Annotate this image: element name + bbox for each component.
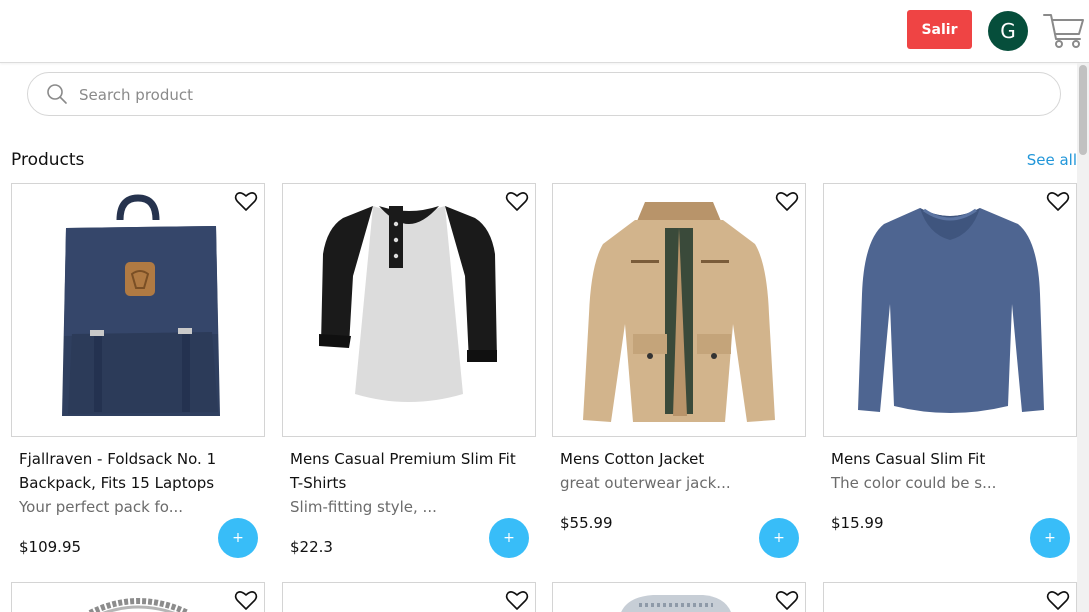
search-icon [47, 84, 67, 104]
product-price: $55.99 [560, 514, 613, 532]
product-description: Slim-fitting style, ... [290, 498, 437, 516]
logout-button[interactable]: Salir [907, 10, 972, 49]
product-image-tshirt[interactable] [282, 183, 536, 437]
bracelet-image [88, 598, 190, 612]
product-image[interactable] [282, 582, 536, 612]
product-description: Your perfect pack fo... [19, 498, 184, 516]
product-title: Mens Casual Premium Slim Fit T-Shirts [290, 450, 516, 492]
product-description: The color could be s... [831, 474, 997, 492]
favorite-heart-icon[interactable] [234, 589, 258, 611]
product-title: Mens Cotton Jacket [560, 450, 705, 468]
product-image[interactable] [823, 582, 1077, 612]
product-title: Mens Casual Slim Fit [831, 450, 986, 468]
product-price: $15.99 [831, 514, 884, 532]
long-sleeve-shirt-image [858, 208, 1044, 413]
see-all-link[interactable]: See all [1027, 151, 1077, 169]
section-title: Products [11, 150, 85, 170]
product-price: $109.95 [19, 538, 82, 556]
favorite-heart-icon[interactable] [505, 589, 529, 611]
add-to-cart-button[interactable]: + [1030, 518, 1070, 558]
favorite-heart-icon[interactable] [505, 190, 529, 212]
product-image-longsleeve[interactable] [823, 183, 1077, 437]
product-price: $22.3 [290, 538, 333, 556]
product-title: Fjallraven - Foldsack No. 1 Backpack, Fi… [19, 450, 217, 492]
backpack-image [62, 194, 220, 416]
search-bar [27, 72, 1061, 116]
favorite-heart-icon[interactable] [775, 190, 799, 212]
favorite-heart-icon[interactable] [1046, 589, 1070, 611]
shopping-cart-icon[interactable] [1042, 10, 1086, 50]
product-image-backpack[interactable] [11, 183, 265, 437]
search-input[interactable] [77, 81, 1041, 109]
user-avatar[interactable]: G [988, 11, 1028, 51]
scrollbar-thumb[interactable] [1079, 65, 1087, 155]
add-to-cart-button[interactable]: + [218, 518, 258, 558]
ring-image [621, 595, 731, 612]
product-image-jacket[interactable] [552, 183, 806, 437]
favorite-heart-icon[interactable] [234, 190, 258, 212]
favorite-heart-icon[interactable] [1046, 190, 1070, 212]
page: Salir G Products See all [0, 0, 1089, 612]
product-image-bracelet[interactable] [11, 582, 265, 612]
favorite-heart-icon[interactable] [775, 589, 799, 611]
top-header: Salir G [0, 0, 1089, 63]
product-description: great outerwear jack... [560, 474, 731, 492]
tshirt-image [319, 206, 497, 402]
product-image-ring[interactable] [552, 582, 806, 612]
add-to-cart-button[interactable]: + [759, 518, 799, 558]
add-to-cart-button[interactable]: + [489, 518, 529, 558]
vertical-scrollbar[interactable] [1077, 63, 1089, 612]
jacket-image [583, 202, 775, 422]
